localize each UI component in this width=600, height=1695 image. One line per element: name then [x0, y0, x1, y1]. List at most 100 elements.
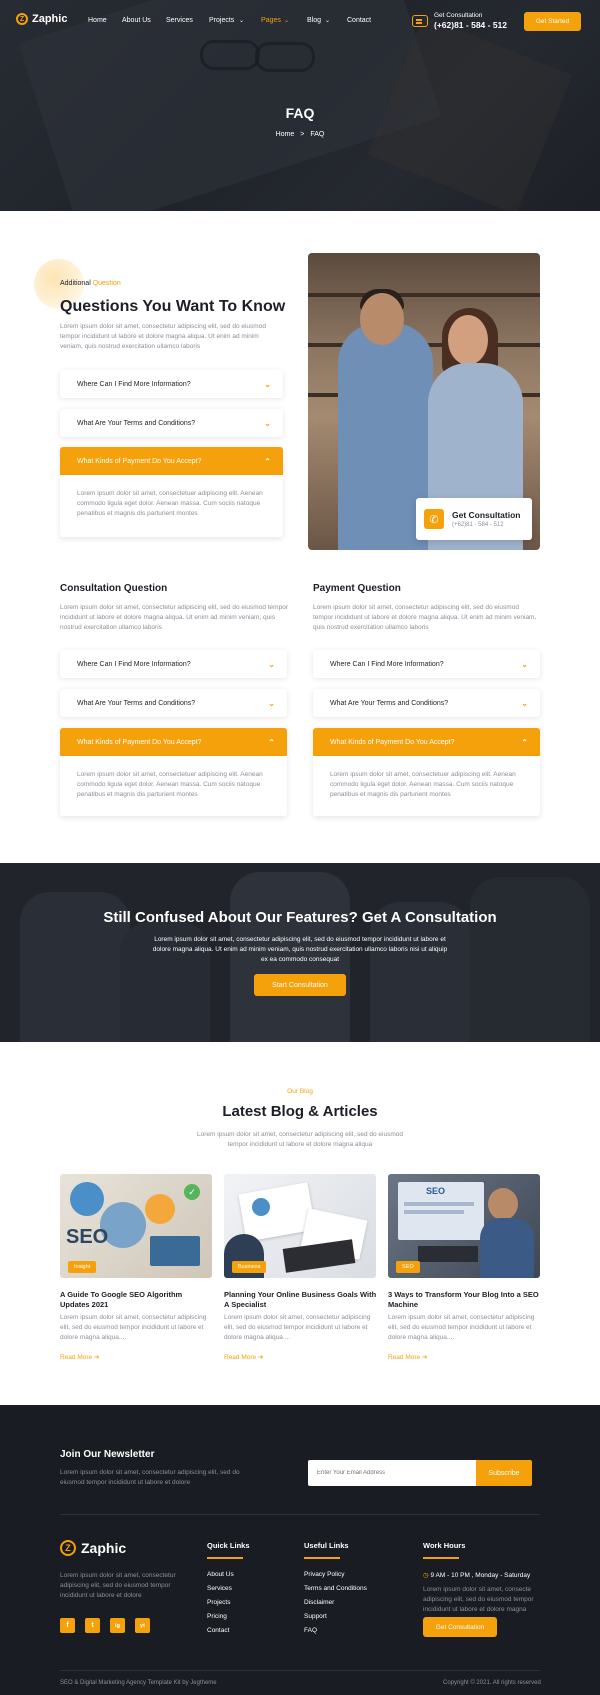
faq-answer: Lorem ipsum dolor sit amet, consectetuer…: [313, 756, 540, 816]
chevron-down-icon: ⌄: [521, 659, 528, 669]
twitter-icon[interactable]: t: [85, 1618, 100, 1633]
nav-contact[interactable]: Contact: [347, 17, 371, 24]
read-more-label: Read More: [60, 1354, 93, 1361]
blog-post-excerpt: Lorem ipsum dolor sit amet, consectetur …: [60, 1314, 207, 1341]
footer-link[interactable]: Support: [304, 1613, 327, 1620]
footer-divider: [60, 1514, 540, 1515]
chevron-down-icon: ⌄: [264, 418, 271, 428]
faq-answer: Lorem ipsum dolor sit amet, consectetuer…: [60, 756, 287, 816]
faq-item-open[interactable]: What Kinds of Payment Do You Accept? ⌃: [60, 728, 287, 756]
chevron-down-icon: ⌄: [268, 698, 275, 708]
phone-icon: ✆: [424, 509, 444, 529]
consultation-title: Consultation Question: [60, 583, 168, 594]
useful-links-title: Useful Links: [304, 1541, 349, 1550]
faq-eyebrow-a: Additional: [60, 280, 91, 287]
footer-logo[interactable]: Z Zaphic: [60, 1540, 126, 1556]
footer-link[interactable]: Projects: [207, 1599, 230, 1606]
faq-question: Where Can I Find More Information?: [330, 660, 444, 668]
faq-item[interactable]: What Are Your Terms and Conditions? ⌄: [60, 689, 287, 717]
work-hours-row: ◷ 9 AM - 10 PM , Monday - Saturday: [423, 1571, 530, 1579]
footer-link[interactable]: Disclaimer: [304, 1599, 334, 1606]
photo-person-woman: [448, 315, 488, 365]
instagram-icon[interactable]: ig: [110, 1618, 125, 1633]
quick-links-underline: [207, 1557, 243, 1559]
footer-link[interactable]: FAQ: [304, 1627, 317, 1634]
work-hours-text: Lorem ipsum dolor sit amet, consecte adi…: [423, 1586, 534, 1613]
arrow-right-icon: ➔: [257, 1354, 264, 1361]
seo-graphic-text: SEO: [66, 1226, 109, 1248]
footer-link[interactable]: About Us: [207, 1571, 234, 1578]
work-hours-title: Work Hours: [423, 1541, 466, 1550]
header-consultation[interactable]: Get Consultation (+62)81 - 584 - 512: [412, 12, 507, 30]
footer-link[interactable]: Pricing: [207, 1613, 227, 1620]
faq-item[interactable]: Where Can I Find More Information? ⌄: [60, 370, 283, 398]
breadcrumb-home[interactable]: Home: [276, 131, 295, 138]
chevron-down-icon: ⌄: [284, 18, 290, 24]
faq-item-open[interactable]: What Kinds of Payment Do You Accept? ⌃: [60, 447, 283, 475]
faq-intro: Lorem ipsum dolor sit amet, consectetur …: [60, 323, 266, 350]
check-icon: ✓: [184, 1184, 200, 1200]
nav-projects[interactable]: Projects: [209, 17, 234, 24]
consult-phone: (+62)81 - 584 - 512: [434, 20, 508, 30]
newsletter-title: Join Our Newsletter: [60, 1449, 155, 1460]
blog-intro: Lorem ipsum dolor sit amet, consectetur …: [197, 1131, 403, 1148]
clock-icon: ◷: [423, 1572, 429, 1579]
chat-icon: [412, 15, 428, 27]
blog-eyebrow: Our Blog: [287, 1088, 313, 1095]
footer-link[interactable]: Privacy Policy: [304, 1571, 344, 1578]
faq-question: What Are Your Terms and Conditions?: [330, 699, 449, 707]
consult-label: Get Consultation: [434, 12, 483, 19]
read-more-link[interactable]: Read More ➔: [224, 1353, 263, 1361]
read-more-link[interactable]: Read More ➔: [60, 1353, 99, 1361]
faq-item[interactable]: Where Can I Find More Information? ⌄: [313, 650, 540, 678]
payment-title: Payment Question: [313, 583, 401, 594]
footer-brand-name: Zaphic: [81, 1540, 127, 1556]
faq-eyebrow: Additional Question: [60, 280, 121, 287]
nav-services[interactable]: Services: [166, 17, 193, 24]
footer-link[interactable]: Services: [207, 1585, 232, 1592]
footer-link[interactable]: Contact: [207, 1627, 229, 1634]
youtube-icon[interactable]: yt: [135, 1618, 150, 1633]
faq-item-open[interactable]: What Kinds of Payment Do You Accept? ⌃: [313, 728, 540, 756]
blog-tag[interactable]: SEO: [396, 1261, 420, 1273]
photo-card-title: Get Consultation: [452, 510, 521, 520]
subscribe-button[interactable]: Subscribe: [476, 1460, 532, 1486]
consultation-intro: Lorem ipsum dolor sit amet, consectetur …: [60, 604, 288, 631]
brand-name: Zaphic: [32, 13, 68, 25]
faq-item[interactable]: Where Can I Find More Information? ⌄: [60, 650, 287, 678]
footer-consultation-button[interactable]: Get Consultation: [423, 1617, 497, 1637]
footer-link[interactable]: Terms and Conditions: [304, 1585, 367, 1592]
nav-about-us[interactable]: About Us: [122, 17, 151, 24]
read-more-label: Read More: [388, 1354, 421, 1361]
newsletter-email-input[interactable]: [308, 1460, 476, 1486]
chevron-up-icon: ⌃: [521, 737, 528, 747]
blog-post-excerpt: Lorem ipsum dolor sit amet, consectetur …: [224, 1314, 371, 1341]
facebook-icon[interactable]: f: [60, 1618, 75, 1633]
start-consultation-button[interactable]: Start Consultation: [254, 974, 346, 996]
breadcrumb: Home > FAQ: [0, 131, 600, 138]
blog-post-title[interactable]: A Guide To Google SEO Algorithm Updates …: [60, 1290, 210, 1310]
faq-item[interactable]: What Are Your Terms and Conditions? ⌄: [60, 409, 283, 437]
seo-screen-text: SEO: [426, 1186, 446, 1196]
read-more-link[interactable]: Read More ➔: [388, 1353, 427, 1361]
faq-question: What Kinds of Payment Do You Accept?: [77, 457, 202, 465]
faq-question: What Are Your Terms and Conditions?: [77, 419, 196, 427]
blog-tag[interactable]: Insight: [68, 1261, 97, 1273]
blog-tag[interactable]: Business: [232, 1261, 267, 1273]
nav-blog[interactable]: Blog: [307, 17, 321, 24]
nav-home[interactable]: Home: [88, 17, 107, 24]
photo-consult-card[interactable]: ✆ Get Consultation (+62)81 - 584 - 512: [416, 498, 532, 540]
nav-pages[interactable]: Pages: [261, 17, 281, 24]
quick-links-title: Quick Links: [207, 1541, 250, 1550]
faq-question: What Kinds of Payment Do You Accept?: [330, 738, 455, 746]
header-logo[interactable]: Z Zaphic: [16, 13, 67, 25]
photo-card-phone: (+62)81 - 584 - 512: [452, 522, 504, 528]
faq-title: Questions You Want To Know: [60, 298, 286, 315]
faq-item[interactable]: What Are Your Terms and Conditions? ⌄: [313, 689, 540, 717]
blog-post-title[interactable]: 3 Ways to Transform Your Blog Into a SEO…: [388, 1290, 543, 1310]
get-started-button[interactable]: Get Started: [524, 12, 581, 31]
faq-question: Where Can I Find More Information?: [77, 380, 191, 388]
blog-post-title[interactable]: Planning Your Online Business Goals With…: [224, 1290, 379, 1310]
arrow-right-icon: ➔: [421, 1354, 428, 1361]
chevron-down-icon: ⌄: [264, 379, 271, 389]
